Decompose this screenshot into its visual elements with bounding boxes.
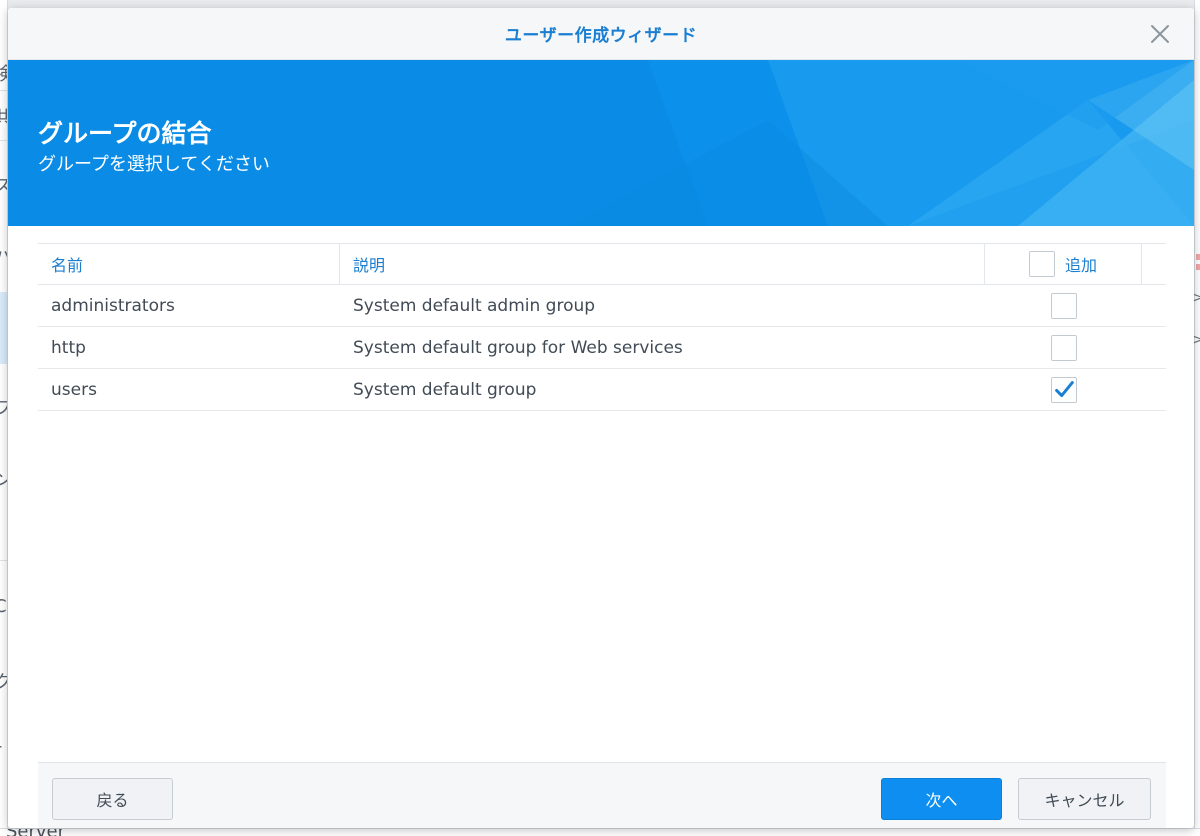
background-text-fragment: ン	[0, 466, 7, 492]
background-selected-item	[0, 292, 7, 364]
background-text-fragment: フ	[0, 394, 7, 420]
checkmark-icon	[1054, 380, 1074, 397]
next-button[interactable]: 次へ	[881, 778, 1002, 820]
cancel-button[interactable]: キャンセル	[1018, 778, 1151, 820]
background-text-fragment: ハ	[0, 244, 7, 270]
background-text-fragment: 共	[0, 104, 7, 130]
group-selection-table: 名前 説明 追加 administrators System default a…	[38, 243, 1166, 411]
column-header-description[interactable]: 説明	[340, 244, 985, 284]
banner-heading: グループの結合	[38, 119, 212, 148]
user-creation-wizard-dialog: ユーザー作成ウィザード グループの結合 グループを選択してください 名前 説明 …	[8, 8, 1194, 828]
table-row[interactable]: users System default group	[38, 369, 1166, 411]
column-header-name[interactable]: 名前	[38, 244, 340, 284]
add-group-checkbox[interactable]	[1050, 334, 1077, 361]
background-app-bottom-edge: Server	[0, 828, 1200, 836]
column-header-add: 追加	[985, 244, 1142, 284]
table-row[interactable]: http System default group for Web servic…	[38, 327, 1166, 369]
select-all-checkbox[interactable]	[1028, 251, 1055, 277]
background-text-fragment: ス	[0, 172, 7, 198]
table-header: 名前 説明 追加	[38, 243, 1166, 285]
group-description-cell: System default group for Web services	[353, 337, 683, 358]
back-button[interactable]: 戻る	[52, 778, 173, 820]
add-group-checkbox[interactable]	[1050, 292, 1077, 319]
close-icon	[1151, 25, 1169, 43]
group-name-cell: http	[51, 337, 86, 358]
background-text-fragment: ク	[0, 668, 7, 694]
group-description-cell: System default group	[353, 379, 537, 400]
background-text-fragment: r	[0, 740, 1, 761]
background-text-fragment: 検	[0, 60, 7, 86]
background-text-fragment: Server	[6, 829, 65, 836]
dialog-footer: 戻る 次へ キャンセル	[38, 762, 1166, 828]
background-app-right-edge: > >	[1192, 0, 1200, 836]
group-name-cell: users	[51, 379, 97, 400]
close-button[interactable]	[1148, 22, 1172, 46]
column-header-add-label: 追加	[1064, 256, 1097, 275]
group-name-cell: administrators	[51, 295, 175, 316]
dialog-title: ユーザー作成ウィザード	[504, 26, 698, 46]
group-description-cell: System default admin group	[353, 295, 596, 316]
background-text-fragment: C	[0, 596, 7, 617]
wizard-banner: グループの結合 グループを選択してください	[8, 60, 1194, 226]
table-row[interactable]: administrators System default admin grou…	[38, 285, 1166, 327]
banner-subheading: グループを選択してください	[38, 154, 270, 175]
add-group-checkbox[interactable]	[1050, 376, 1077, 403]
background-app-sidebar: 検 共 ス ハ フ ン C ク r	[0, 0, 8, 836]
dialog-titlebar[interactable]: ユーザー作成ウィザード	[8, 8, 1194, 60]
